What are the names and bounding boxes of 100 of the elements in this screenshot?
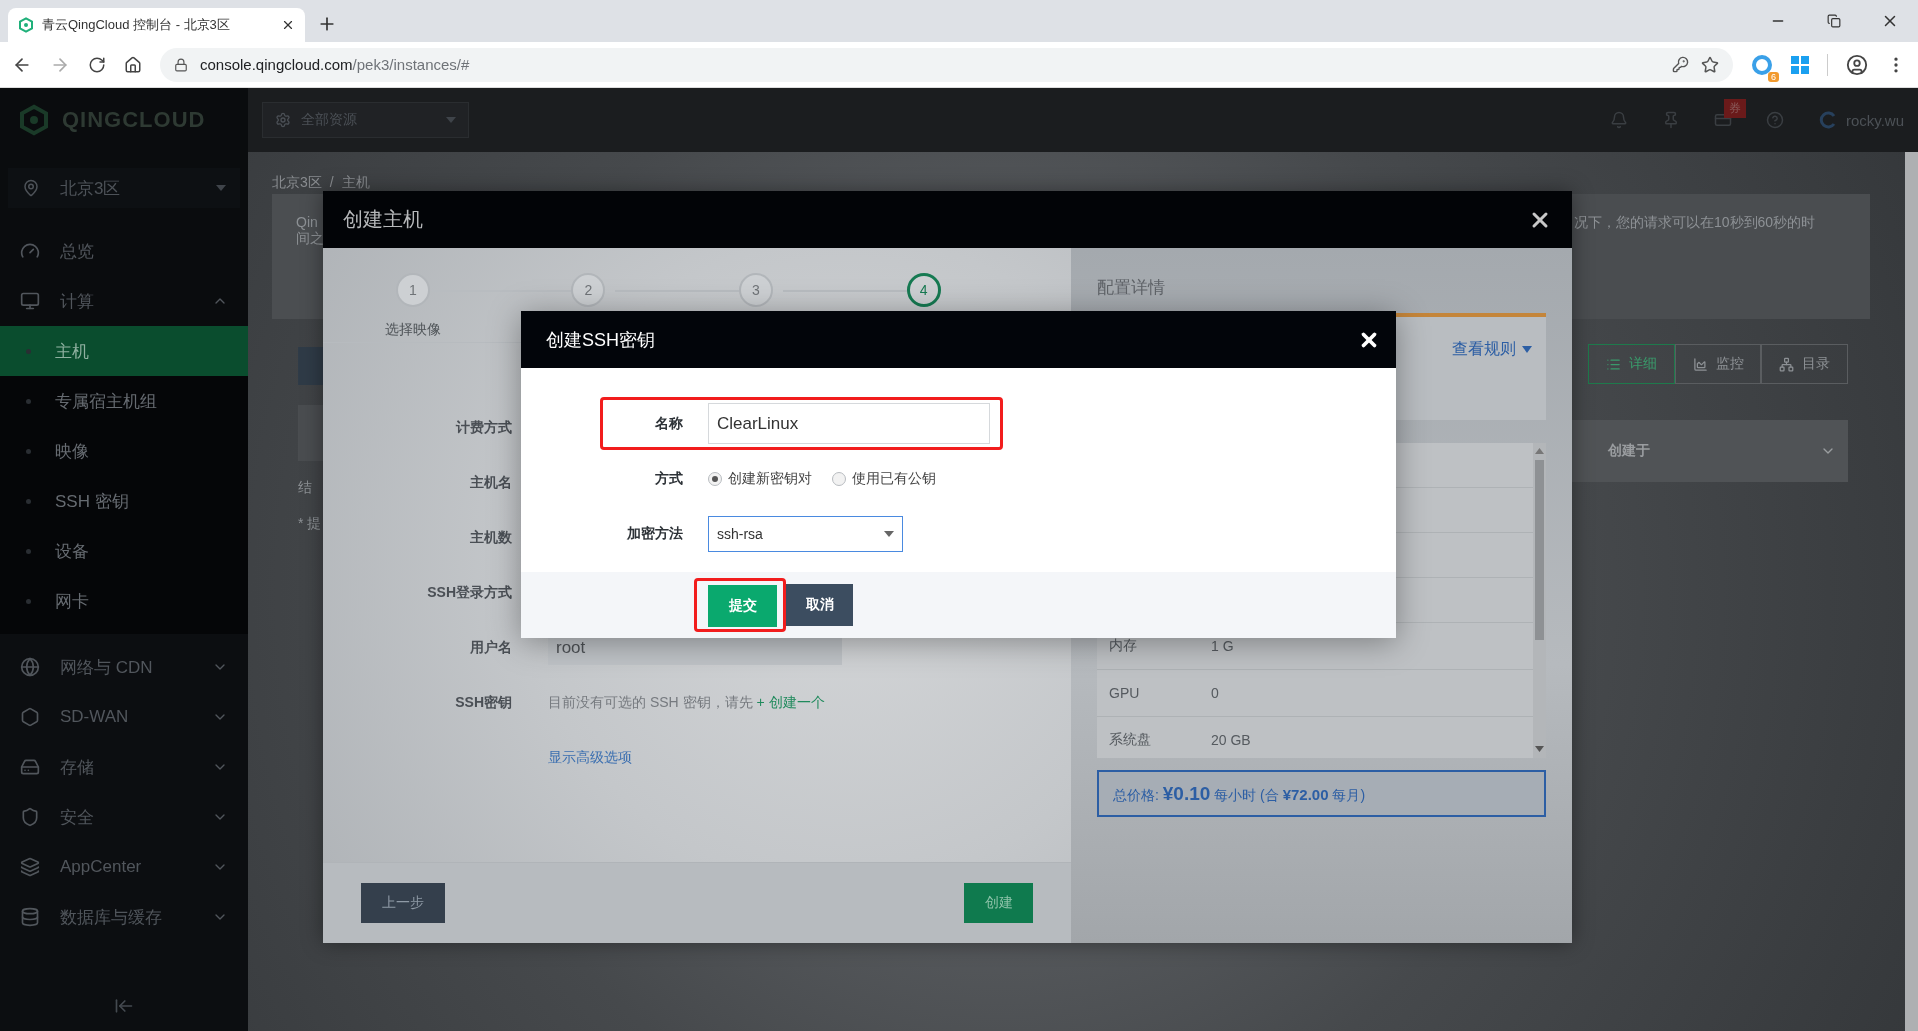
close-icon[interactable] xyxy=(281,18,295,32)
result-text: 结 xyxy=(297,479,313,497)
submit-button[interactable]: 提交 xyxy=(708,585,777,627)
sidebar-item[interactable]: 数据库与缓存 xyxy=(0,892,248,942)
scrollbar-thumb[interactable] xyxy=(1535,460,1544,640)
sidebar-subitem[interactable]: 映像 xyxy=(0,426,248,476)
create-key-link[interactable]: + 创建一个 xyxy=(756,693,825,712)
radio-button[interactable] xyxy=(708,471,722,486)
restore-icon[interactable] xyxy=(1827,14,1841,28)
radio-label: 创建新密钥对 xyxy=(728,469,812,488)
step-circle: 2 xyxy=(571,273,606,307)
sort-label: 创建于 xyxy=(1608,442,1650,460)
caret-icon xyxy=(1522,345,1532,353)
form-label: 方式 xyxy=(654,469,683,488)
step-circle: 1 xyxy=(396,273,430,307)
region-select[interactable]: 北京3区 xyxy=(8,168,240,208)
sidebar-subitem[interactable]: 设备 xyxy=(0,526,248,576)
sidebar-subitem[interactable]: 主机 xyxy=(0,326,248,376)
sidebar-icon xyxy=(20,757,40,777)
table-cell-text: GPU xyxy=(1109,685,1141,701)
table-cell-text: 内存 xyxy=(1109,637,1138,655)
star-icon[interactable] xyxy=(1701,55,1719,74)
sidebar-subitem[interactable]: 网卡 xyxy=(0,576,248,626)
home-icon[interactable] xyxy=(124,55,142,74)
sidebar-item[interactable]: 网络与 CDN xyxy=(0,642,248,692)
name-field[interactable]: ClearLinux xyxy=(708,403,990,444)
url-field[interactable]: console.qingcloud.com/pek3/instances/# xyxy=(160,47,1733,82)
breadcrumb-separator: / xyxy=(329,174,334,192)
user-logo-icon xyxy=(1817,110,1838,130)
sidebar-item[interactable]: 存储 xyxy=(0,742,248,792)
sidebar-subitem[interactable]: SSH 密钥 xyxy=(0,476,248,526)
form-label: 主机名 xyxy=(469,473,512,492)
sidebar-icon xyxy=(20,807,40,827)
caret-icon xyxy=(446,117,456,123)
key-icon[interactable] xyxy=(1672,56,1689,73)
form-label: 用户名 xyxy=(469,638,512,657)
extension-badge: 6 xyxy=(1768,71,1779,82)
favicon-icon xyxy=(18,17,34,33)
scroll-down-icon[interactable] xyxy=(1535,746,1544,752)
hint-text: 目前没有可选的 SSH 密钥，请先 xyxy=(548,693,753,712)
sidebar-icon xyxy=(20,241,40,261)
sidebar-item[interactable]: AppCenter xyxy=(0,842,248,892)
map-pin-icon xyxy=(22,179,40,197)
caret-icon xyxy=(216,185,226,191)
view-tab[interactable]: 监控 xyxy=(1674,344,1762,384)
area-chart-icon xyxy=(1692,356,1708,372)
sidebar-item[interactable]: 安全 xyxy=(0,792,248,842)
section-title: 配置详情 xyxy=(1097,277,1166,299)
sidebar-item[interactable]: 总览 xyxy=(0,226,248,276)
view-tab[interactable]: 详细 xyxy=(1588,344,1675,384)
table-cell: 0 xyxy=(1211,685,1219,701)
create-button[interactable]: 创建 xyxy=(964,883,1033,923)
hierarchy-icon xyxy=(1779,356,1795,372)
windows-icon[interactable] xyxy=(1791,55,1809,74)
sidebar-item[interactable]: SD-WAN xyxy=(0,692,248,742)
dialog-title: 创建SSH密钥 xyxy=(546,328,655,352)
total-price: 总价格: ¥0.10 每小时 (合 ¥72.00 每月) xyxy=(1097,770,1546,817)
result-text: * 提 xyxy=(297,515,323,533)
step-circle: 4 xyxy=(906,273,941,307)
sidebar-icon xyxy=(20,907,40,927)
form-label: SSH密钥 xyxy=(454,693,512,712)
breadcrumb-link[interactable]: 北京3区 xyxy=(272,174,322,194)
radio-button[interactable] xyxy=(832,471,846,486)
caret-icon xyxy=(884,530,894,537)
breadcrumb-current: 主机 xyxy=(341,174,370,192)
sidebar-subitem[interactable]: 专属宿主机组 xyxy=(0,376,248,426)
extension-icon[interactable] xyxy=(1751,53,1773,76)
sidebar-item[interactable]: 计算 xyxy=(0,276,248,326)
dialog-title: 创建主机 xyxy=(343,207,423,232)
back-button[interactable]: 上一步 xyxy=(361,883,445,923)
sidebar-icon xyxy=(20,657,40,677)
advanced-options-link[interactable]: 显示高级选项 xyxy=(548,748,632,767)
form-label: 主机数 xyxy=(469,528,512,547)
encryption-select[interactable]: ssh-rsa xyxy=(708,515,903,552)
sidebar-icon xyxy=(20,857,40,877)
form-label: 加密方法 xyxy=(626,524,683,543)
step-circle: 3 xyxy=(739,273,773,307)
sidebar-icon xyxy=(20,291,40,311)
list-icon xyxy=(1605,356,1621,372)
form-label: SSH登录方式 xyxy=(426,583,512,602)
notice-text: 间之 xyxy=(296,230,323,248)
profile-icon[interactable] xyxy=(1846,53,1868,76)
url-text: console.qingcloud.com/pek3/instances/# xyxy=(200,56,470,73)
lock-icon xyxy=(174,57,188,72)
table-cell-text: 系统盘 xyxy=(1109,731,1152,749)
notice-text: 况下，您的请求可以在10秒到60秒的时 xyxy=(1572,194,1870,319)
view-tab[interactable]: 目录 xyxy=(1761,344,1848,384)
logo-icon xyxy=(18,104,50,136)
rules-link[interactable]: 查看规则 xyxy=(1452,337,1532,361)
coupon-badge: 券 xyxy=(1723,99,1746,118)
radio-label: 使用已有公钥 xyxy=(852,469,936,488)
reload-icon[interactable] xyxy=(88,55,106,74)
sort-select[interactable]: 创建于 xyxy=(1572,420,1848,482)
form-label: 计费方式 xyxy=(454,418,512,437)
browser-tab[interactable]: 青云QingCloud 控制台 - 北京3区 xyxy=(8,8,305,42)
table-cell: 20 GB xyxy=(1211,732,1251,748)
form-label: 名称 xyxy=(654,414,683,433)
cancel-button[interactable]: 取消 xyxy=(786,584,853,626)
filter-panel xyxy=(298,405,323,461)
gear-icon xyxy=(275,112,291,128)
